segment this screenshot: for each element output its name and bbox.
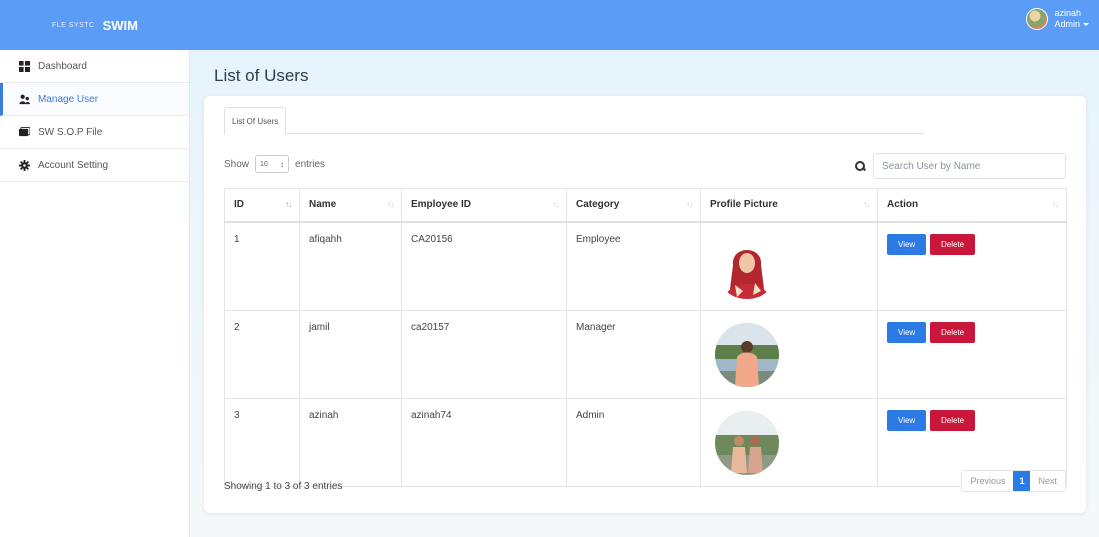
caret-down-icon [1083,23,1089,26]
folder-icon [19,126,30,136]
table-row: 1 afiqahh CA20156 Employee View Delete [224,221,1067,311]
cell-employee-id: ca20157 [401,309,567,399]
cell-profile-picture [700,397,878,487]
table-header-row: ID ↑↓ Name ↑↓ Employee ID ↑↓ Category ↑↓ Pro… [224,188,1067,223]
user-name: azinah [1054,8,1082,18]
sidebar-item-sop-file[interactable]: SW S.O.P File [0,116,189,149]
sort-icon: ↑↓ [552,200,559,209]
user-info: azinah Admin [1054,8,1089,30]
sort-icon: ↑↓ [387,200,394,209]
sort-icon: ↑↓ [285,200,292,209]
sidebar-item-label: Manage User [38,93,99,105]
top-navbar: FLE SYSTC SWIM azinah Admin [0,0,1099,50]
column-header-profile-picture[interactable]: Profile Picture ↑↓ [700,188,878,223]
column-header-label: Action [887,199,919,211]
cell-category: Employee [566,221,701,311]
cell-category: Manager [566,309,701,399]
cell-id: 2 [224,309,300,399]
cell-name: afiqahh [299,221,402,311]
delete-button[interactable]: Delete [929,233,976,255]
sidebar-item-dashboard[interactable]: Dashboard [0,50,189,83]
cell-name: jamil [299,309,402,399]
column-header-label: Name [309,199,337,211]
cell-employee-id: azinah74 [401,397,567,487]
brand-subtext: FLE SYSTC [51,21,95,29]
gear-icon [19,159,30,171]
column-header-label: ID [234,199,244,211]
users-table: ID ↑↓ Name ↑↓ Employee ID ↑↓ Category ↑↓ Pro… [224,188,1067,487]
select-arrows-icon: ↕ [280,159,285,169]
sort-icon: ↑↓ [686,200,693,209]
next-page-button[interactable]: Next [1030,471,1065,491]
column-header-employee-id[interactable]: Employee ID ↑↓ [401,188,567,223]
dashboard-icon [19,60,30,72]
sort-icon: ↑↓ [1052,200,1059,209]
entries-label: entries [295,158,326,170]
delete-button[interactable]: Delete [929,409,976,431]
column-header-action[interactable]: Action ↑↓ [877,188,1067,223]
view-button[interactable]: View [887,321,927,343]
previous-page-button[interactable]: Previous [962,471,1014,491]
tab-list-of-users[interactable]: List Of Users [224,107,287,135]
user-role-dropdown[interactable]: Admin [1054,19,1089,30]
sidebar-item-label: SW S.O.P File [38,126,103,138]
brand-logo[interactable]: FLE SYSTC SWIM [0,0,190,50]
sidebar-item-label: Account Setting [38,159,109,171]
profile-picture [715,322,779,387]
sidebar-item-account-setting[interactable]: Account Setting [0,149,189,182]
view-button[interactable]: View [887,409,927,431]
cell-employee-id: CA20156 [401,221,567,311]
search-box [855,153,1066,179]
users-icon [19,94,30,104]
cell-action: View Delete [877,309,1067,399]
page-length-control: Show 10 ↕ entries [224,155,325,173]
table-row: 2 jamil ca20157 Manager View Delete [224,309,1067,399]
column-header-id[interactable]: ID ↑↓ [224,188,300,223]
page-button-1[interactable]: 1 [1013,471,1031,491]
cell-profile-picture [700,221,878,311]
page-length-select[interactable]: 10 ↕ [255,155,290,173]
user-menu[interactable]: azinah Admin [1026,8,1089,30]
delete-button[interactable]: Delete [929,321,976,343]
show-label: Show [224,158,250,170]
cell-id: 1 [224,221,300,311]
table-info: Showing 1 to 3 of 3 entries [224,481,343,492]
column-header-label: Employee ID [411,199,472,211]
view-button[interactable]: View [887,233,927,255]
tab-bar: List Of Users [224,107,924,135]
sidebar-item-label: Dashboard [38,60,87,72]
page-title: List of Users [214,66,309,85]
user-role: Admin [1054,19,1080,29]
page-length-value: 10 [260,160,268,168]
column-header-label: Profile Picture [710,199,778,211]
sidebar: Dashboard Manage User SW S.O.P File Acco… [0,50,190,537]
cell-profile-picture [700,309,878,399]
profile-picture [715,234,779,299]
profile-picture [715,410,779,475]
pagination: Previous 1 Next [961,470,1066,492]
search-icon [855,161,865,171]
sidebar-item-manage-user[interactable]: Manage User [0,83,189,116]
search-input[interactable] [873,153,1066,179]
brand-name: SWIM [102,17,138,33]
cell-action: View Delete [877,221,1067,311]
cell-category: Admin [566,397,701,487]
column-header-category[interactable]: Category ↑↓ [566,188,701,223]
main-content: List of Users List Of Users Show 10 ↕ en… [190,50,1099,537]
sort-icon: ↑↓ [863,200,870,209]
cell-name: azinah [299,397,402,487]
column-header-label: Category [576,199,620,211]
user-avatar [1026,8,1049,30]
column-header-name[interactable]: Name ↑↓ [299,188,402,223]
table-row: 3 azinah azinah74 Admin View Delete [224,397,1067,487]
cell-id: 3 [224,397,300,487]
users-card: List Of Users Show 10 ↕ entries ID ↑↓ Nam… [204,96,1086,513]
